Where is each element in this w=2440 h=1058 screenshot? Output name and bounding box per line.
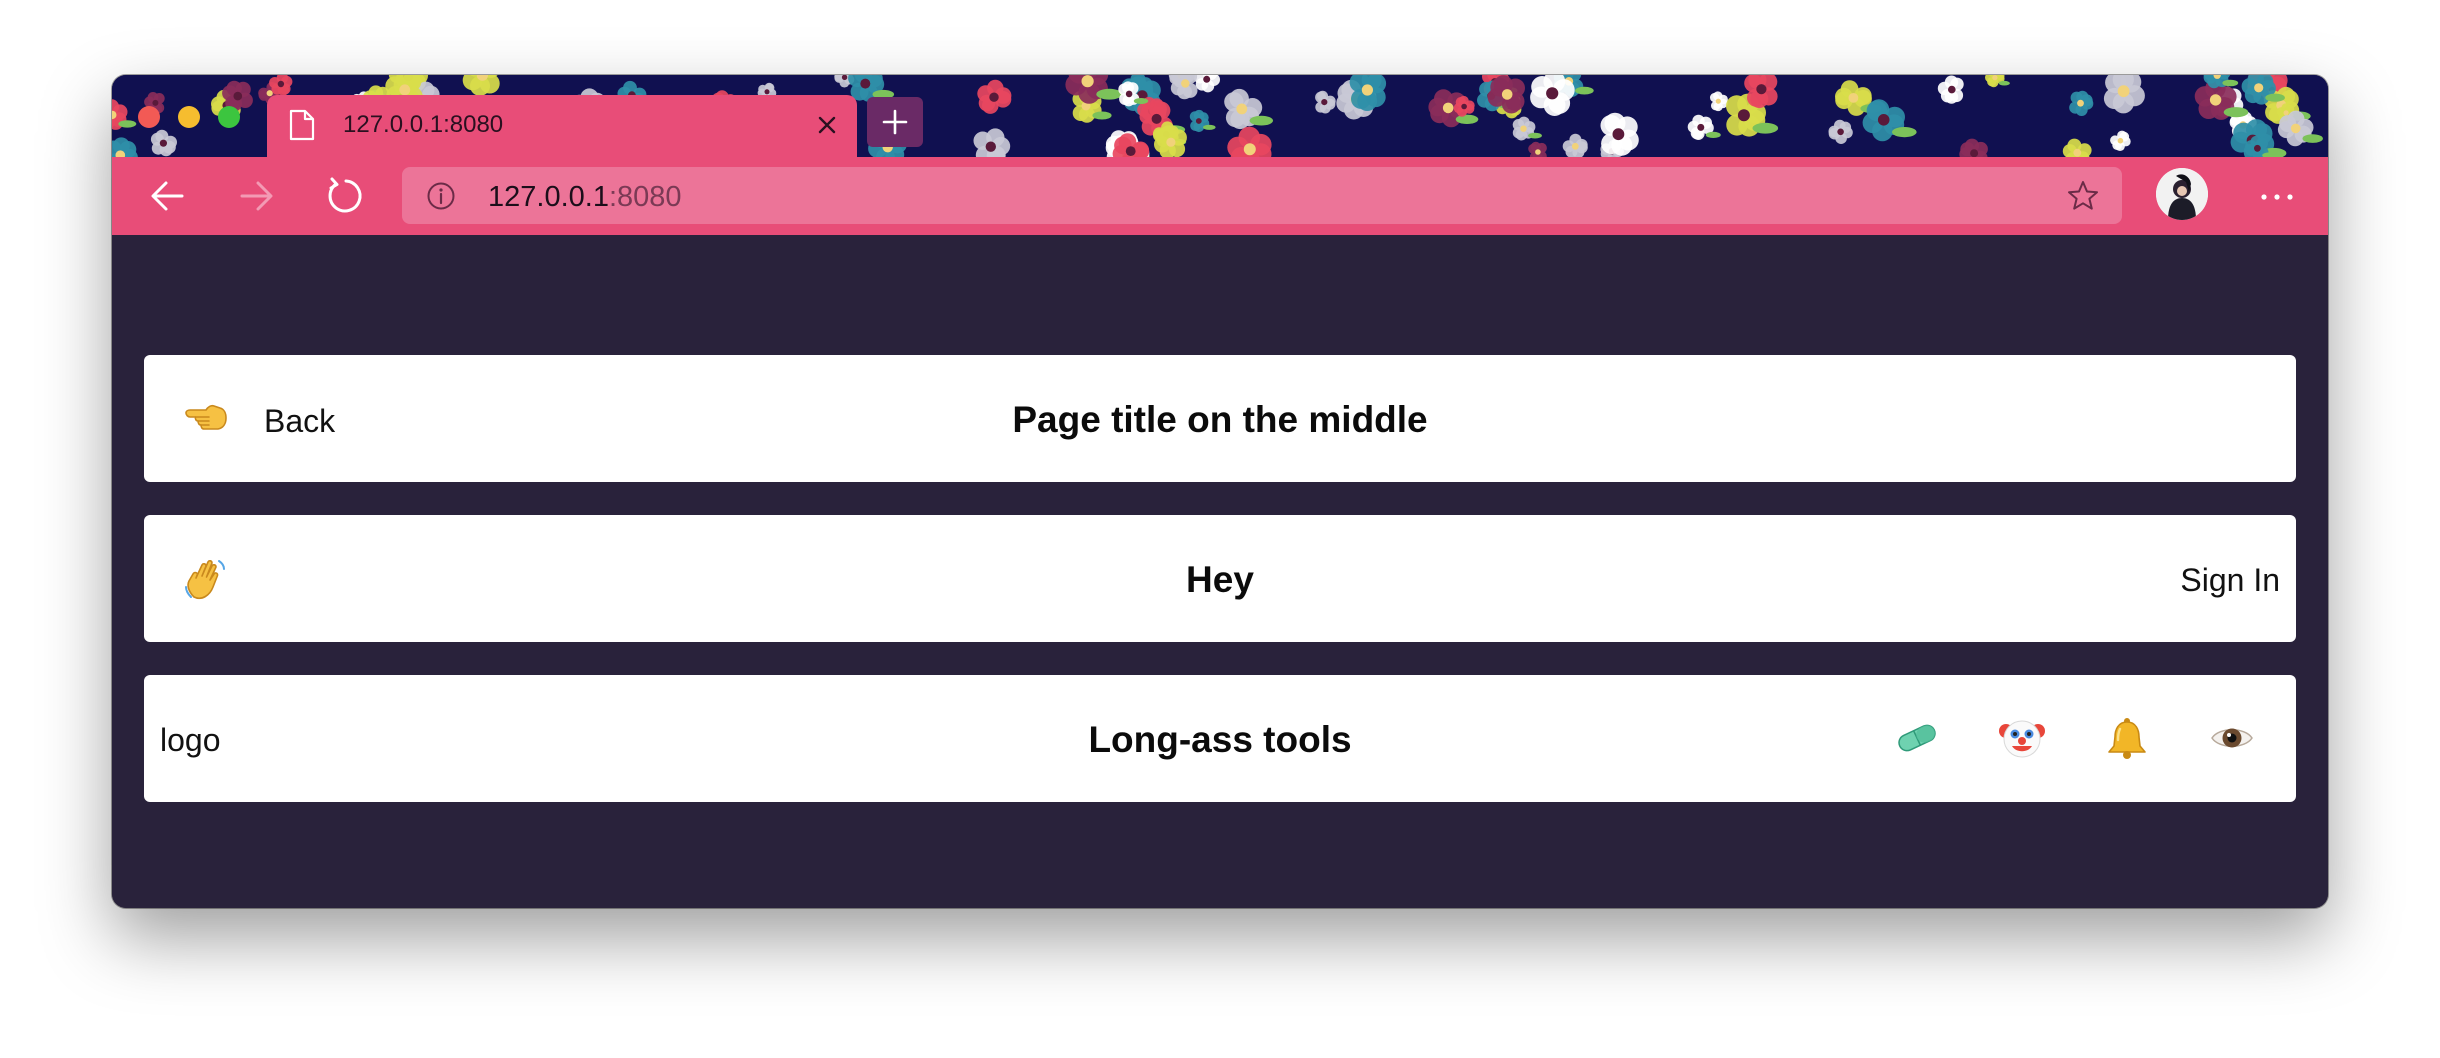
hey-title: Hey [1186,559,1254,600]
browser-window: 127.0.0.1:8080 127.0.0.1:8080 Back Page … [112,75,2328,908]
bell-icon-button[interactable] [2104,715,2150,761]
floral-decoration [2062,138,2092,157]
clown-face-emoji [1999,720,2045,758]
close-window-button[interactable] [138,106,160,128]
header-signin: Hey Sign In [144,515,2296,642]
forward-button[interactable] [232,172,280,220]
floral-decoration [1530,75,1575,116]
floral-decoration [1224,88,1274,130]
avatar-icon [2156,168,2208,220]
eye-icon-button[interactable] [2209,715,2255,761]
floral-decoration [1710,91,1728,112]
floral-decoration [1937,75,1964,104]
floral-decoration [150,129,177,157]
floral-decoration [1687,114,1721,140]
floral-decoration [1227,126,1272,157]
reload-button[interactable] [320,172,368,220]
header-back: Back Page title on the middle [144,355,2296,482]
sign-in-link[interactable]: Sign In [2180,562,2280,599]
tab-title: 127.0.0.1:8080 [343,111,504,138]
address-url: 127.0.0.1:8080 [488,181,682,214]
minimize-window-button[interactable] [178,106,200,128]
floral-decoration [2069,90,2094,116]
back-button[interactable] [144,172,192,220]
page-icon [289,109,315,141]
more-dots-icon [2261,194,2293,200]
floral-decoration [1193,75,1220,93]
clown-icon-button[interactable] [1999,715,2045,761]
eye-emoji [2211,728,2253,748]
pill-icon-button[interactable] [1894,715,1940,761]
header-tools: logo Long-ass tools [144,675,2296,802]
maximize-window-button[interactable] [218,106,240,128]
close-icon[interactable] [811,109,843,141]
floral-decoration [2277,110,2323,147]
settings-menu-button[interactable] [2252,179,2302,215]
floral-decoration [1315,90,1336,114]
page-title: Page title on the middle [1012,399,1428,440]
floral-decoration [1600,112,1639,156]
floral-decoration [1828,119,1853,144]
forward-arrow-icon [240,181,273,211]
back-arrow-icon [151,181,184,211]
address-bar[interactable]: 127.0.0.1:8080 [402,167,2122,224]
floral-decoration [1512,116,1542,141]
title-bar: 127.0.0.1:8080 [112,75,2328,157]
browser-toolbar: 127.0.0.1:8080 [112,157,2328,235]
floral-decoration [1154,125,1187,157]
reload-icon [328,177,362,213]
floral-decoration [977,79,1012,114]
floral-decoration [1744,75,1778,109]
floral-decoration [1959,138,1988,157]
tools-title: Long-ass tools [1088,719,1352,760]
page-content: Back Page title on the middle Hey Sign I… [112,235,2328,908]
floral-decoration [112,99,137,130]
new-tab-button[interactable] [867,97,923,147]
floral-decoration [112,137,138,157]
info-icon[interactable] [426,181,456,211]
floral-decoration [973,128,1011,157]
floral-decoration [1528,141,1547,157]
floral-decoration [1170,75,1198,100]
floral-decoration [1189,109,1216,133]
floral-decoration [462,75,500,96]
profile-avatar[interactable] [2156,168,2208,220]
plus-icon [882,109,908,135]
floral-decoration [1862,99,1917,142]
floral-decoration [2103,75,2145,114]
floral-decoration [2110,130,2131,151]
bell-emoji [2108,718,2146,759]
floral-decoration [1349,75,1387,111]
star-icon[interactable] [2066,179,2100,213]
floral-decoration [1985,75,2010,88]
url-host: 127.0.0.1 [488,181,609,213]
browser-tab[interactable]: 127.0.0.1:8080 [267,95,857,157]
url-port: :8080 [608,181,682,213]
floral-decoration [1562,133,1588,157]
pill-emoji [1898,724,1936,752]
